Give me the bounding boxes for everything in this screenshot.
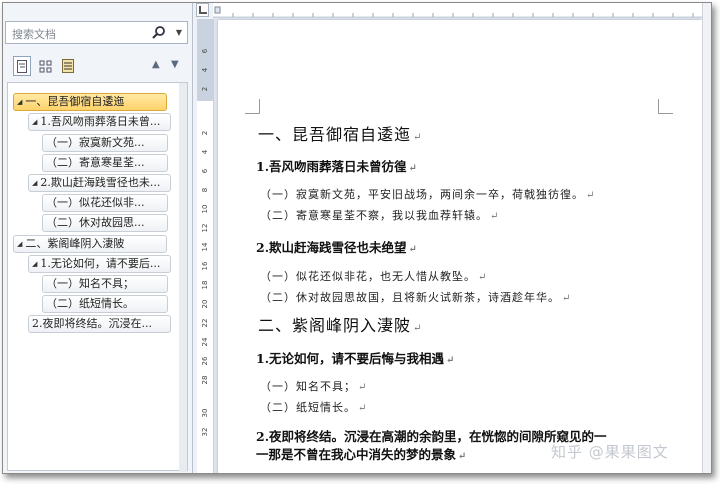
paragraph-mark-icon: ↵ [408, 244, 417, 255]
document-page[interactable]: 一、昆吾御宿自逶迤 ↵ 1.吾风吻雨葬落日未曾彷徨 ↵ （一）寂寞新文苑，平安旧战场… [218, 20, 708, 473]
paragraph-mark-icon: ↵ [490, 211, 500, 222]
previous-heading-icon[interactable]: ▲ [152, 59, 160, 70]
paragraph-mark-icon: ↵ [586, 190, 596, 201]
paragraph-mark-icon: ↵ [458, 451, 467, 462]
ruler-number: 14 [201, 242, 209, 252]
ruler-number: 6 [201, 168, 209, 174]
search-icon[interactable] [151, 25, 167, 41]
vertical-ruler[interactable]: 6 4 2 2 4 6 8 10 12 14 16 18 20 22 24 26… [197, 19, 214, 473]
next-heading-icon[interactable]: ▼ [171, 59, 179, 70]
search-input[interactable]: 搜索文档 [12, 26, 56, 42]
ruler-number: 4 [201, 149, 209, 155]
crop-mark [658, 99, 673, 114]
tree-heading-3[interactable]: （二）寄意寒星荃... [42, 154, 168, 172]
heading-1[interactable]: 二、紫阁峰阴入淒陂 ↵ [258, 312, 422, 336]
heading-2[interactable]: 2.欺山赶海践雪径也未绝望 ↵ [256, 237, 417, 256]
paragraph-mark-icon: ↵ [408, 163, 417, 174]
tree-heading-1[interactable]: ◢ 一、昆吾御宿自逶迤 [13, 93, 167, 111]
ruler-number: 22 [201, 318, 209, 328]
vertical-scrollbar[interactable] [702, 3, 711, 473]
body-paragraph[interactable]: （二）寄意寒星荃不察，我以我血荐轩辕。 ↵ [260, 207, 499, 223]
body-paragraph[interactable]: （一）似花还似非花，也无人惜从教坠。 ↵ [260, 268, 487, 284]
collapse-arrow-icon[interactable]: ◢ [32, 118, 37, 126]
word-window: 搜索文档 ▼ ▲ ▼ ◢ 一、昆吾御宿自逶迤 ◢ 1.吾风吻雨葬落日未曾... （一… [2, 2, 712, 474]
tree-heading-3[interactable]: （一）寂寞新文苑... [42, 134, 168, 152]
search-box[interactable]: 搜索文档 ▼ [5, 21, 188, 44]
paragraph-mark-icon: ↵ [446, 355, 455, 366]
tree-heading-3[interactable]: （二）纸短情长。 [42, 295, 168, 313]
paragraph-mark-icon: ↵ [358, 403, 368, 414]
ruler-number: 10 [201, 204, 209, 214]
ruler-number: 16 [201, 261, 209, 271]
document-area: 一、昆吾御宿自逶迤 ↵ 1.吾风吻雨葬落日未曾彷徨 ↵ （一）寂寞新文苑，平安旧战场… [214, 18, 708, 473]
paragraph-mark-icon: ↵ [562, 293, 572, 304]
browse-headings-tab[interactable] [13, 56, 31, 76]
heading-2[interactable]: 1.无论如何，请不要后悔与我相遇 ↵ [256, 348, 454, 367]
heading-1[interactable]: 一、昆吾御宿自逶迤 ↵ [258, 121, 422, 145]
browse-results-tab[interactable] [59, 56, 77, 76]
collapse-arrow-icon[interactable]: ◢ [17, 240, 22, 248]
tree-heading-2[interactable]: ◢ 2.欺山赶海践雪径也未... [28, 174, 171, 192]
tree-heading-1[interactable]: ◢ 二、紫阁峰阴入淒陂 [13, 235, 167, 253]
body-paragraph[interactable]: （一）知名不具； ↵ [260, 378, 367, 394]
browse-pages-tab[interactable] [36, 56, 54, 76]
ruler-number: 30 [201, 408, 209, 418]
headings-icon [17, 59, 27, 73]
ruler-number: 26 [201, 356, 209, 366]
tree-heading-2[interactable]: ◢ 1.吾风吻雨葬落日未曾... [28, 113, 171, 131]
ruler-number: 20 [201, 299, 209, 309]
tab-selector-button[interactable] [196, 3, 209, 17]
search-options-dropdown-icon[interactable]: ▼ [176, 25, 182, 41]
collapse-arrow-icon[interactable]: ◢ [32, 260, 37, 268]
body-paragraph[interactable]: （二）休对故园思故国，且将新火试新茶，诗酒趁年华。 ↵ [260, 289, 571, 305]
paragraph-mark-icon: ↵ [478, 272, 488, 283]
tree-scrollbar[interactable] [179, 83, 187, 472]
paragraph-mark-icon: ↵ [358, 382, 368, 393]
ruler-number: 24 [201, 337, 209, 347]
ruler-number: 12 [201, 223, 209, 233]
paragraph-mark-icon: ↵ [413, 323, 423, 334]
collapse-arrow-icon[interactable]: ◢ [17, 98, 22, 106]
tree-heading-2[interactable]: 2.夜即将终结。沉浸在... [28, 315, 171, 333]
search-results-icon [62, 59, 74, 73]
heading-2-continued[interactable]: 一那是不曾在我心中消失的梦的景象 ↵ [256, 444, 466, 463]
ruler-number: 8 [201, 187, 209, 193]
ruler-number: 2 [201, 130, 209, 136]
ruler-number: 18 [201, 280, 209, 290]
ruler-ticks [213, 4, 703, 17]
tree-heading-3[interactable]: （一）知名不具； [42, 275, 168, 293]
tree-heading-3[interactable]: （二）休对故园思... [42, 214, 168, 232]
ruler-number: 28 [201, 375, 209, 385]
collapse-arrow-icon[interactable]: ◢ [32, 179, 37, 187]
ruler-number: 32 [201, 427, 209, 437]
body-paragraph[interactable]: （二）纸短情长。 ↵ [260, 399, 367, 415]
ruler-number: 2 [201, 86, 209, 92]
navigation-pane: 搜索文档 ▼ ▲ ▼ ◢ 一、昆吾御宿自逶迤 ◢ 1.吾风吻雨葬落日未曾... （一… [3, 3, 193, 473]
left-tab-icon [199, 6, 207, 14]
body-paragraph[interactable]: （一）寂寞新文苑，平安旧战场，两间余一卒，荷戟独彷徨。 ↵ [260, 186, 595, 202]
heading-2[interactable]: 1.吾风吻雨葬落日未曾彷徨 ↵ [256, 156, 417, 175]
crop-mark [245, 99, 260, 114]
tree-heading-2[interactable]: ◢ 1.无论如何，请不要后... [28, 255, 171, 273]
watermark: 知乎 @果果图文 [551, 443, 669, 461]
ruler-number: 6 [201, 48, 209, 54]
page-thumbnails-icon [39, 60, 51, 72]
horizontal-ruler[interactable] [213, 3, 703, 18]
headings-tree: ◢ 一、昆吾御宿自逶迤 ◢ 1.吾风吻雨葬落日未曾... （一）寂寞新文苑... （… [7, 82, 188, 472]
paragraph-mark-icon: ↵ [413, 132, 423, 143]
ruler-number: 4 [201, 67, 209, 73]
tree-heading-3[interactable]: （一）似花还似非... [42, 194, 168, 212]
